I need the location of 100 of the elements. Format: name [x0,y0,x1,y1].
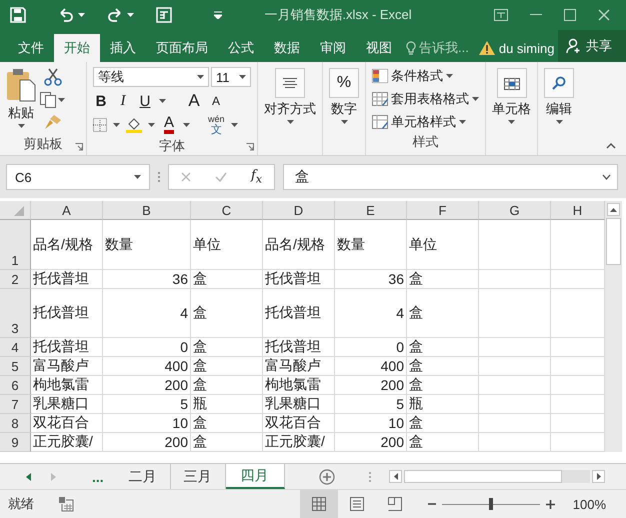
row-header[interactable]: 9 [0,433,31,452]
column-header[interactable]: D [263,201,335,220]
column-header[interactable]: H [551,201,605,220]
styles-menu-item[interactable]: 套用表格格式 [372,88,479,110]
cells-button[interactable]: 单元格 [492,62,531,124]
zoom-level[interactable]: 100% [572,496,606,512]
collapse-ribbon-icon[interactable] [606,143,616,149]
copy-icon[interactable] [40,92,56,108]
dropdown-arrow-icon[interactable] [472,97,479,101]
dropdown-arrow-icon[interactable] [127,13,134,17]
dropdown-arrow-icon[interactable] [197,75,204,79]
formula-field[interactable]: 盒 [283,164,618,190]
row-header[interactable]: 1 [0,220,31,270]
redo-icon[interactable] [107,8,123,22]
dropdown-arrow-icon[interactable] [159,99,166,103]
paste-button[interactable]: 粘贴 [6,62,36,135]
scroll-right-button[interactable] [592,470,605,483]
expand-icon[interactable] [602,174,611,180]
dropdown-arrow-icon[interactable] [58,98,65,102]
add-sheet-icon[interactable] [318,468,335,484]
table-icon[interactable] [156,7,172,23]
ribbon-tab[interactable]: 页面布局 [146,34,218,62]
minimize-icon[interactable] [530,14,542,16]
font-size-field[interactable]: 11 [211,67,251,87]
bold-button[interactable]: B [93,92,109,110]
insert-function-button[interactable]: f$_{x}$ [251,168,262,186]
scrollbar-thumb[interactable] [606,218,621,265]
ribbon-tab[interactable]: 公式 [218,34,264,62]
ribbon-tab[interactable]: 文件 [8,34,54,62]
user-name[interactable]: du siming [498,40,554,56]
row-header[interactable]: 4 [0,338,31,357]
undo-icon[interactable] [58,8,74,22]
tell-me-field[interactable]: 告诉我... [406,34,469,62]
shrink-button[interactable]: A [208,94,224,108]
scroll-up-button[interactable] [607,203,620,216]
row-header[interactable]: 6 [0,376,31,395]
grow-button[interactable]: A [186,91,202,111]
italic-button[interactable]: I [115,92,131,110]
editing-button[interactable]: 编辑 [544,62,574,124]
dropdown-arrow-icon[interactable] [113,123,120,127]
previous-sheet-icon[interactable] [26,472,31,480]
customize-toolbar-icon[interactable] [214,11,222,19]
column-header[interactable]: G [479,201,551,220]
column-header[interactable]: B [103,201,191,220]
dropdown-arrow-icon[interactable] [446,74,453,78]
dropdown-arrow-icon[interactable] [230,123,238,127]
row-header[interactable]: 5 [0,357,31,376]
row-header[interactable]: 2 [0,270,31,289]
close-icon[interactable] [598,9,610,21]
scrollbar-thumb[interactable] [404,470,562,483]
dropdown-arrow-icon[interactable] [239,75,246,79]
scroll-left-button[interactable] [389,470,402,483]
dropdown-arrow-icon[interactable] [340,120,348,124]
column-header[interactable]: E [335,201,407,220]
dialog-launcher-icon[interactable] [246,143,254,151]
ribbon-tab[interactable]: 开始 [54,34,100,62]
name-box[interactable]: C6 [6,164,150,190]
column-header[interactable]: A [31,201,103,220]
column-header[interactable]: C [191,201,263,220]
underline-button[interactable]: U [137,92,153,110]
styles-menu-item[interactable]: 条件格式 [372,65,479,87]
dropdown-arrow-icon[interactable] [556,120,562,124]
macro-record-icon[interactable] [58,496,74,512]
dropdown-arrow-icon[interactable] [286,120,294,124]
dropdown-arrow-icon[interactable] [508,120,515,124]
zoom-slider-thumb[interactable] [488,498,493,510]
dropdown-arrow-icon[interactable] [18,124,24,128]
ribbon-tab[interactable]: 插入 [100,34,146,62]
dropdown-arrow-icon[interactable] [148,123,155,127]
phonetic-guide-button[interactable]: wén 文 [208,115,225,135]
cut-icon[interactable] [44,68,62,86]
dialog-launcher-icon[interactable] [75,143,83,151]
column-header[interactable]: F [407,201,479,220]
more-sheets-button[interactable]: ... [92,464,116,489]
fill-color-icon[interactable] [126,117,142,133]
ribbon-display-icon[interactable] [494,9,508,21]
save-icon[interactable] [10,7,26,23]
number-format-button[interactable]: % 数字 [329,62,359,124]
view-button[interactable] [300,490,338,518]
ribbon-tab[interactable]: 数据 [264,34,310,62]
dropdown-arrow-icon[interactable] [134,175,141,179]
sheet-tab[interactable]: 四月 [226,464,285,489]
dropdown-arrow-icon[interactable] [78,13,85,17]
alignment-button[interactable]: 对齐方式 [264,62,316,124]
dropdown-arrow-icon[interactable] [183,123,190,127]
zoom-in-icon[interactable] [546,500,555,508]
row-header[interactable]: 8 [0,414,31,433]
share-button[interactable]: 共享 [558,30,626,62]
font-name-field[interactable]: 等线 [93,67,209,87]
maximize-icon[interactable] [564,9,576,21]
row-header[interactable]: 7 [0,395,31,414]
borders-icon[interactable] [93,118,107,132]
ribbon-tab[interactable]: 视图 [356,34,402,62]
zoom-out-icon[interactable] [428,500,436,508]
dropdown-arrow-icon[interactable] [459,120,466,124]
styles-menu-item[interactable]: 单元格样式 [372,111,479,133]
color-button[interactable]: A [161,116,177,134]
table-cell: 200 [335,376,407,395]
row-header[interactable]: 3 [0,289,31,338]
ribbon-tab[interactable]: 审阅 [310,34,356,62]
